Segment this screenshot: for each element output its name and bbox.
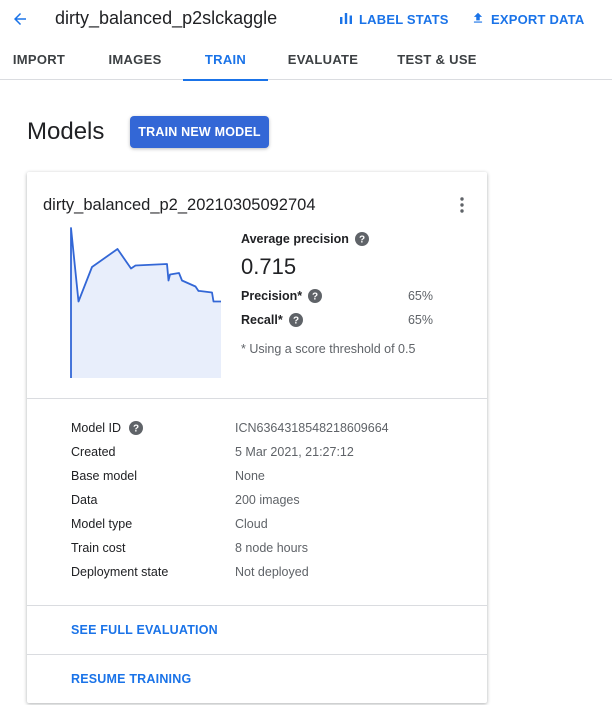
recall-row: Recall* ? 65% bbox=[241, 308, 433, 332]
detail-value: Not deployed bbox=[235, 565, 309, 579]
tab-evaluate[interactable]: EVALUATE bbox=[282, 38, 364, 80]
detail-row-data: Data 200 images bbox=[71, 488, 471, 512]
tab-train[interactable]: TRAIN bbox=[183, 38, 268, 81]
detail-row-deployment-state: Deployment state Not deployed bbox=[71, 560, 471, 584]
svg-text:?: ? bbox=[312, 292, 318, 303]
tab-import[interactable]: IMPORT bbox=[0, 38, 78, 80]
detail-row-train-cost: Train cost 8 node hours bbox=[71, 536, 471, 560]
threshold-footnote: * Using a score threshold of 0.5 bbox=[241, 342, 416, 356]
precision-label: Precision* bbox=[241, 289, 303, 303]
more-vert-icon[interactable] bbox=[451, 194, 473, 216]
svg-text:?: ? bbox=[359, 235, 365, 246]
recall-label: Recall* bbox=[241, 313, 283, 327]
detail-label: Data bbox=[71, 493, 98, 507]
detail-label: Deployment state bbox=[71, 565, 169, 579]
tab-test-and-use[interactable]: TEST & USE bbox=[393, 38, 481, 80]
detail-value: 200 images bbox=[235, 493, 300, 507]
model-name: dirty_balanced_p2_20210305092704 bbox=[43, 196, 316, 214]
label-stats-label: LABEL STATS bbox=[359, 11, 449, 27]
detail-label: Train cost bbox=[71, 541, 126, 555]
help-icon[interactable]: ? bbox=[308, 289, 323, 303]
upload-icon bbox=[471, 11, 485, 28]
export-data-label: EXPORT DATA bbox=[491, 11, 585, 27]
chart-area-fill bbox=[71, 228, 221, 378]
detail-label: Model ID bbox=[71, 421, 122, 435]
detail-value: 5 Mar 2021, 21:27:12 bbox=[235, 445, 354, 459]
top-bar: dirty_balanced_p2slckaggle LABEL STATS E… bbox=[0, 0, 612, 38]
detail-value: Cloud bbox=[235, 517, 268, 531]
train-new-model-button[interactable]: TRAIN NEW MODEL bbox=[130, 116, 269, 148]
precision-recall-chart bbox=[70, 227, 221, 378]
tab-bar: IMPORT IMAGES TRAIN EVALUATE TEST & USE bbox=[0, 38, 612, 81]
resume-training-link[interactable]: RESUME TRAINING bbox=[71, 672, 191, 686]
detail-label: Base model bbox=[71, 469, 138, 483]
precision-value: 65% bbox=[407, 289, 433, 303]
page-title: Models bbox=[27, 118, 105, 145]
average-precision-label: Average precision bbox=[241, 232, 349, 246]
precision-row: Precision* ? 65% bbox=[241, 284, 433, 308]
bar-chart-icon bbox=[339, 11, 353, 28]
detail-row-created: Created 5 Mar 2021, 21:27:12 bbox=[71, 440, 471, 464]
detail-row-model-id: Model ID ? ICN6364318548218609664 bbox=[71, 416, 471, 440]
divider bbox=[27, 398, 487, 399]
help-icon[interactable]: ? bbox=[288, 313, 303, 327]
model-card: dirty_balanced_p2_20210305092704 Average… bbox=[27, 172, 487, 703]
tab-images[interactable]: IMAGES bbox=[97, 38, 173, 80]
average-precision-heading: Average precision ? bbox=[241, 232, 433, 246]
detail-value: 8 node hours bbox=[235, 541, 308, 555]
see-full-evaluation-link[interactable]: SEE FULL EVALUATION bbox=[71, 623, 218, 637]
divider bbox=[27, 654, 487, 655]
dataset-title: dirty_balanced_p2slckaggle bbox=[55, 8, 278, 28]
detail-value: None bbox=[235, 469, 265, 483]
label-stats-button[interactable]: LABEL STATS bbox=[339, 9, 449, 29]
help-icon[interactable]: ? bbox=[129, 421, 144, 435]
svg-text:?: ? bbox=[293, 316, 299, 327]
model-details: Model ID ? ICN6364318548218609664 Create… bbox=[71, 416, 471, 584]
export-data-button[interactable]: EXPORT DATA bbox=[471, 9, 584, 29]
divider bbox=[27, 605, 487, 606]
back-arrow-icon[interactable] bbox=[8, 7, 32, 31]
detail-row-base-model: Base model None bbox=[71, 464, 471, 488]
detail-value: ICN6364318548218609664 bbox=[235, 421, 389, 435]
metrics-panel: Average precision ? 0.715 Precision* ? 6… bbox=[241, 232, 433, 356]
detail-label: Created bbox=[71, 445, 116, 459]
detail-row-model-type: Model type Cloud bbox=[71, 512, 471, 536]
recall-value: 65% bbox=[407, 313, 433, 327]
svg-text:?: ? bbox=[133, 424, 139, 435]
average-precision-value: 0.715 bbox=[241, 254, 297, 279]
detail-label: Model type bbox=[71, 517, 133, 531]
help-icon[interactable]: ? bbox=[354, 232, 369, 246]
